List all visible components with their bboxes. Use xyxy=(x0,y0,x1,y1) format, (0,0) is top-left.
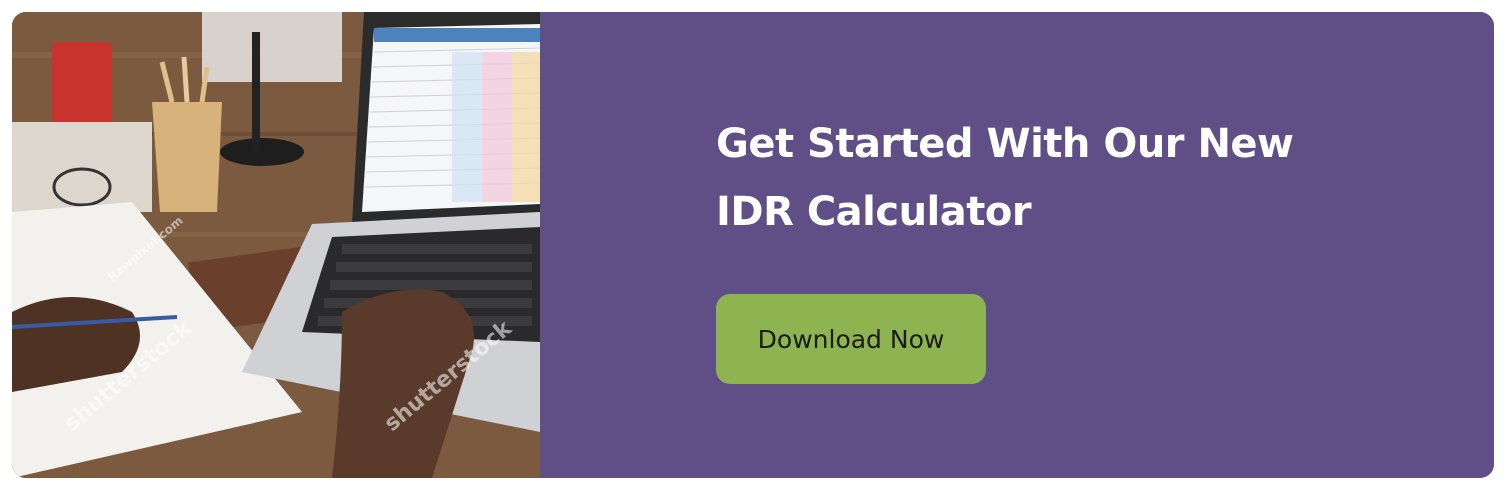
promo-banner: shutterstock shutterstock Rawpixel.com G… xyxy=(12,12,1494,478)
headline-line-2: IDR Calculator xyxy=(716,189,1032,235)
photo-illustration: shutterstock shutterstock Rawpixel.com xyxy=(12,12,540,478)
banner-headline: Get Started With Our New IDR Calculator xyxy=(716,110,1376,246)
headline-line-1: Get Started With Our New xyxy=(716,121,1294,167)
laptop-spreadsheet-photo: shutterstock shutterstock Rawpixel.com xyxy=(12,12,540,478)
download-now-button[interactable]: Download Now xyxy=(716,294,986,384)
cta-panel: Get Started With Our New IDR Calculator … xyxy=(540,12,1494,478)
